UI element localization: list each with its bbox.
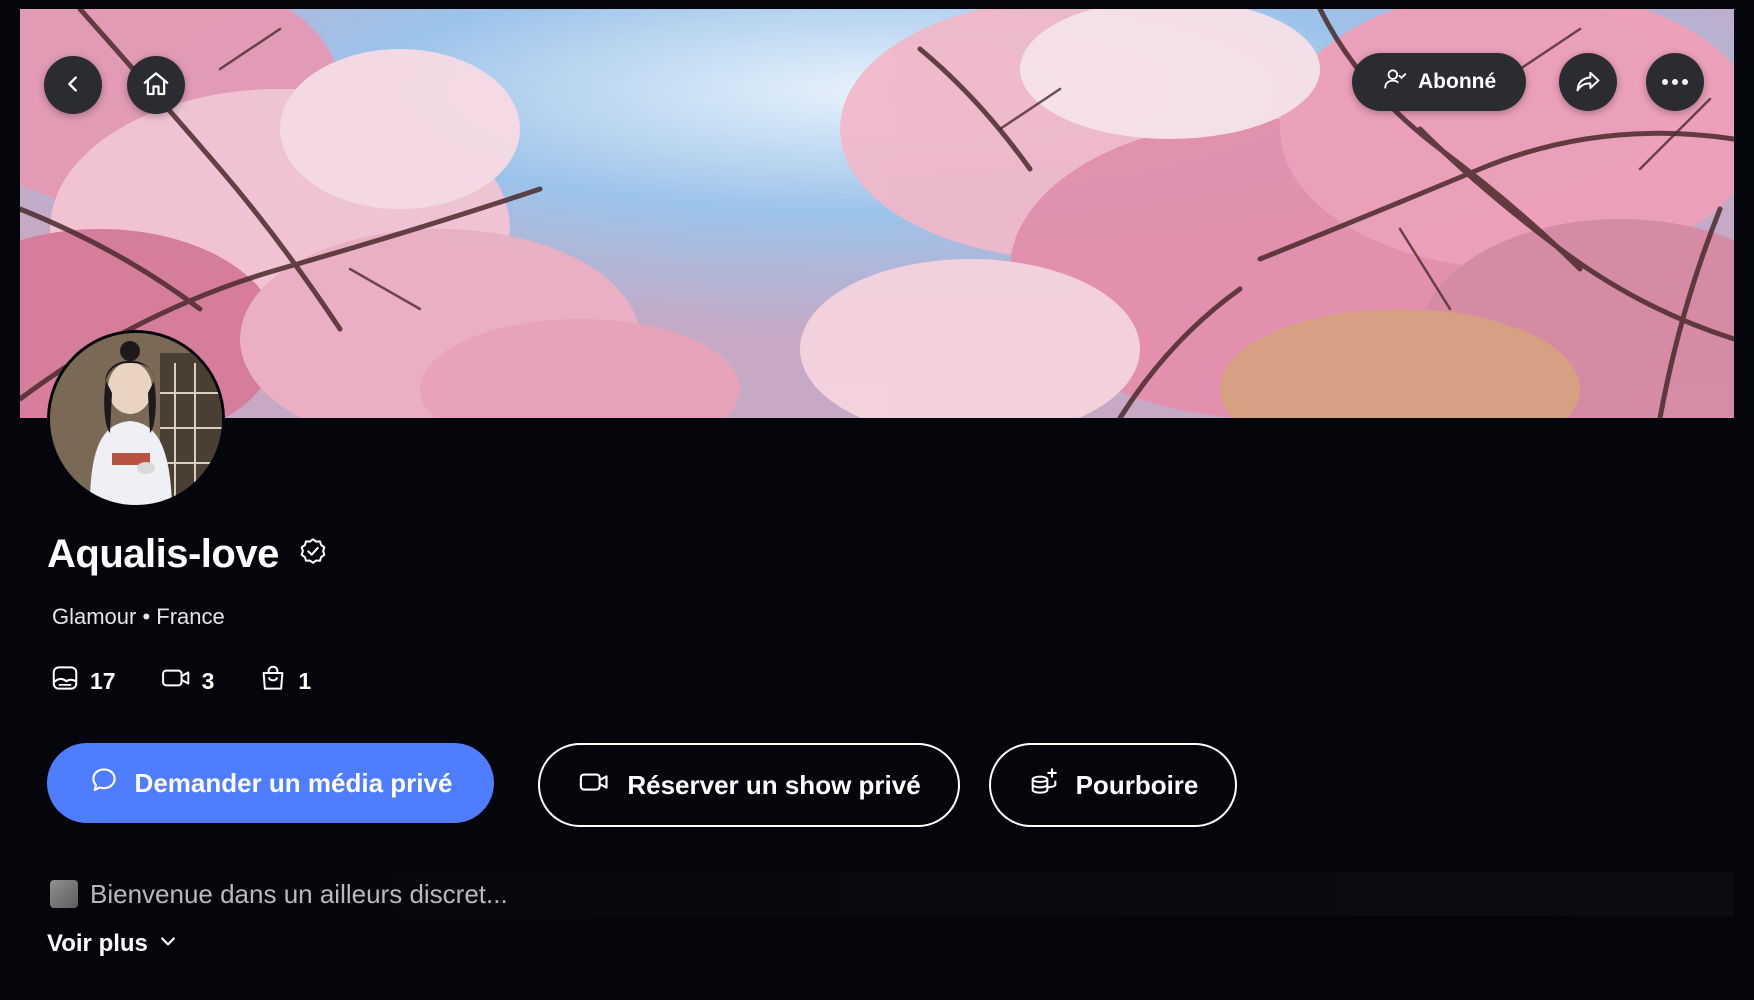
tip-label: Pourboire <box>1075 769 1199 800</box>
book-private-show-label: Réserver un show privé <box>627 769 921 800</box>
profile-name: Aqualis-love <box>47 532 279 576</box>
stat-products-value: 1 <box>298 667 312 694</box>
coins-plus-icon <box>1028 766 1060 805</box>
bio-emoji-icon <box>50 880 78 908</box>
profile-name-row: Aqualis-love <box>47 532 329 577</box>
avatar[interactable] <box>47 330 225 508</box>
home-button[interactable] <box>127 56 185 114</box>
book-private-show-button[interactable]: Réserver un show privé <box>538 743 960 827</box>
bio-text: Bienvenue dans un ailleurs discret... <box>90 878 508 909</box>
video-camera-icon <box>577 767 611 804</box>
see-more-label: Voir plus <box>47 930 148 957</box>
chat-bubble-icon <box>89 765 119 802</box>
home-icon <box>141 69 171 102</box>
user-check-icon <box>1382 66 1408 98</box>
profile-meta: Glamour • France <box>52 604 225 629</box>
share-button[interactable] <box>1559 53 1617 111</box>
tip-button[interactable]: Pourboire <box>989 743 1237 827</box>
share-icon <box>1574 67 1602 98</box>
verified-badge-icon <box>297 536 329 573</box>
photo-icon <box>50 663 80 699</box>
stat-videos[interactable]: 3 <box>160 663 215 699</box>
request-private-media-button[interactable]: Demander un média privé <box>47 743 494 823</box>
stat-videos-value: 3 <box>201 667 215 694</box>
see-more-link[interactable]: Voir plus <box>47 930 178 958</box>
bio: Bienvenue dans un ailleurs discret... <box>50 872 1734 916</box>
more-options-button[interactable] <box>1646 53 1704 111</box>
more-dots-icon <box>1661 75 1689 90</box>
avatar-illustration <box>50 333 222 505</box>
chevron-left-icon <box>62 73 84 98</box>
bag-icon <box>258 663 288 699</box>
stat-products[interactable]: 1 <box>258 663 311 699</box>
subscribed-label: Abonné <box>1418 70 1497 93</box>
profile-page: Abonné Aqualis-love Glamour • France 17 … <box>0 0 1754 1000</box>
chevron-down-icon <box>158 930 178 958</box>
stat-photos[interactable]: 17 <box>50 663 116 699</box>
stat-photos-value: 17 <box>90 667 116 694</box>
profile-stats: 17 3 1 <box>50 663 311 699</box>
video-icon <box>160 663 192 699</box>
subscribed-button[interactable]: Abonné <box>1352 53 1527 111</box>
back-button[interactable] <box>44 56 102 114</box>
request-private-media-label: Demander un média privé <box>134 767 453 798</box>
